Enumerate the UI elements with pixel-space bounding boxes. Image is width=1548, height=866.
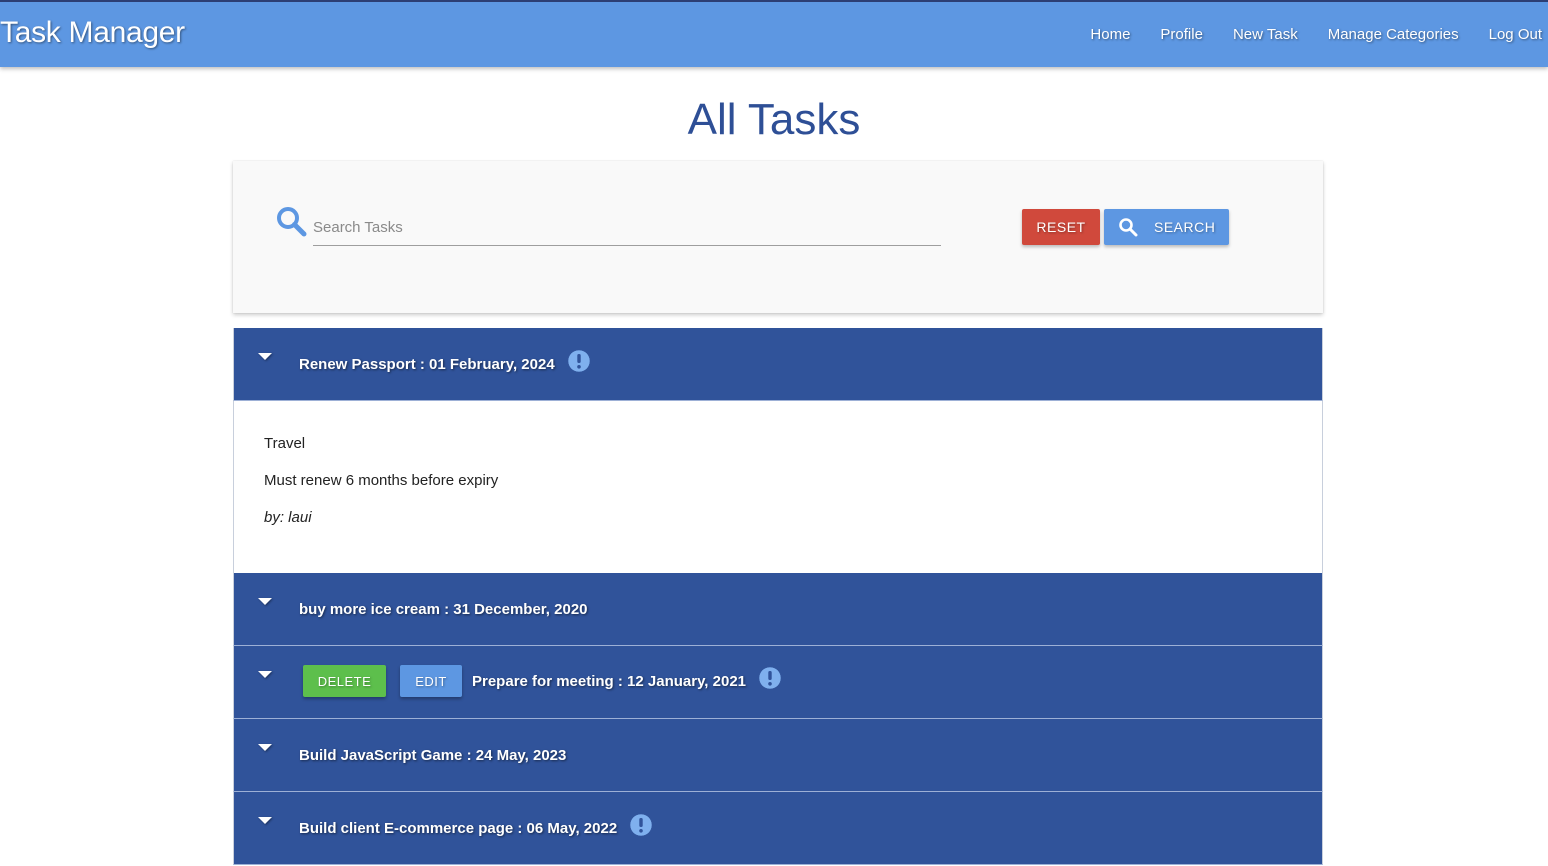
nav-link-new-task[interactable]: New Task	[1218, 26, 1313, 43]
search-input[interactable]	[313, 209, 941, 246]
task-title-text: Renew Passport : 01 February, 2024	[299, 356, 555, 373]
task-item: Renew Passport : 01 February, 2024 Trave…	[233, 328, 1323, 573]
caret-down-icon[interactable]	[258, 817, 272, 824]
task-item: Build client E-commerce page : 06 May, 2…	[233, 792, 1323, 865]
task-title: Prepare for meeting : 12 January, 2021	[472, 666, 782, 690]
alert-icon	[758, 666, 782, 689]
reset-button[interactable]: RESET	[1022, 209, 1100, 245]
search-button-icon	[1119, 218, 1138, 237]
caret-down-icon[interactable]	[258, 353, 272, 360]
delete-button-label: DELETE	[317, 673, 372, 689]
task-description: Must renew 6 months before expiry	[264, 472, 499, 489]
caret-down-icon[interactable]	[258, 744, 272, 751]
nav-links: Home Profile New Task Manage Categories …	[1075, 26, 1542, 43]
task-item: buy more ice cream : 31 December, 2020	[233, 573, 1323, 646]
caret-down-icon[interactable]	[258, 598, 272, 605]
task-title-text: Build JavaScript Game : 24 May, 2023	[299, 747, 567, 764]
nav-link-profile[interactable]: Profile	[1145, 26, 1218, 43]
task-title: Renew Passport : 01 February, 2024	[299, 349, 591, 373]
task-actions: DELETE EDIT Prepare for meeting : 12 Jan…	[303, 665, 782, 697]
task-title-text: Prepare for meeting : 12 January, 2021	[472, 672, 747, 690]
brand-logo[interactable]: Task Manager	[0, 16, 185, 50]
edit-button[interactable]: EDIT	[400, 665, 462, 697]
task-title: Build JavaScript Game : 24 May, 2023	[299, 747, 566, 764]
page-title: All Tasks	[687, 95, 861, 144]
task-category: Travel	[264, 435, 306, 452]
reset-button-label: RESET	[1036, 219, 1086, 235]
nav-link-home[interactable]: Home	[1075, 26, 1145, 43]
task-header[interactable]: DELETE EDIT Prepare for meeting : 12 Jan…	[233, 646, 1323, 719]
task-title: Build client E-commerce page : 06 May, 2…	[299, 813, 653, 837]
task-header[interactable]: buy more ice cream : 31 December, 2020	[233, 573, 1323, 646]
task-title-text: Build client E-commerce page : 06 May, 2…	[299, 820, 618, 837]
task-list: Renew Passport : 01 February, 2024 Trave…	[233, 328, 1323, 865]
edit-button-label: EDIT	[415, 673, 447, 689]
search-button[interactable]: SEARCH	[1104, 209, 1229, 245]
task-header[interactable]: Build JavaScript Game : 24 May, 2023	[233, 719, 1323, 792]
search-button-label: SEARCH	[1154, 219, 1216, 235]
nav-link-manage-categories[interactable]: Manage Categories	[1313, 26, 1474, 43]
task-title: buy more ice cream : 31 December, 2020	[299, 601, 588, 618]
task-author: by: laui	[264, 509, 312, 526]
search-icon	[277, 207, 307, 237]
task-header[interactable]: Renew Passport : 01 February, 2024	[233, 328, 1323, 401]
alert-icon	[567, 349, 590, 373]
nav-link-log-out[interactable]: Log Out	[1474, 26, 1542, 43]
task-header[interactable]: Build client E-commerce page : 06 May, 2…	[233, 792, 1323, 865]
delete-button[interactable]: DELETE	[303, 665, 386, 697]
caret-down-icon[interactable]	[258, 671, 272, 678]
task-item: Build JavaScript Game : 24 May, 2023	[233, 719, 1323, 792]
task-title-text: buy more ice cream : 31 December, 2020	[299, 601, 588, 618]
task-body: Travel Must renew 6 months before expiry…	[233, 401, 1323, 573]
alert-icon	[629, 813, 653, 837]
task-item: DELETE EDIT Prepare for meeting : 12 Jan…	[233, 646, 1323, 719]
navbar: Task Manager Home Profile New Task Manag…	[0, 0, 1548, 67]
search-card: RESET SEARCH	[233, 161, 1323, 313]
